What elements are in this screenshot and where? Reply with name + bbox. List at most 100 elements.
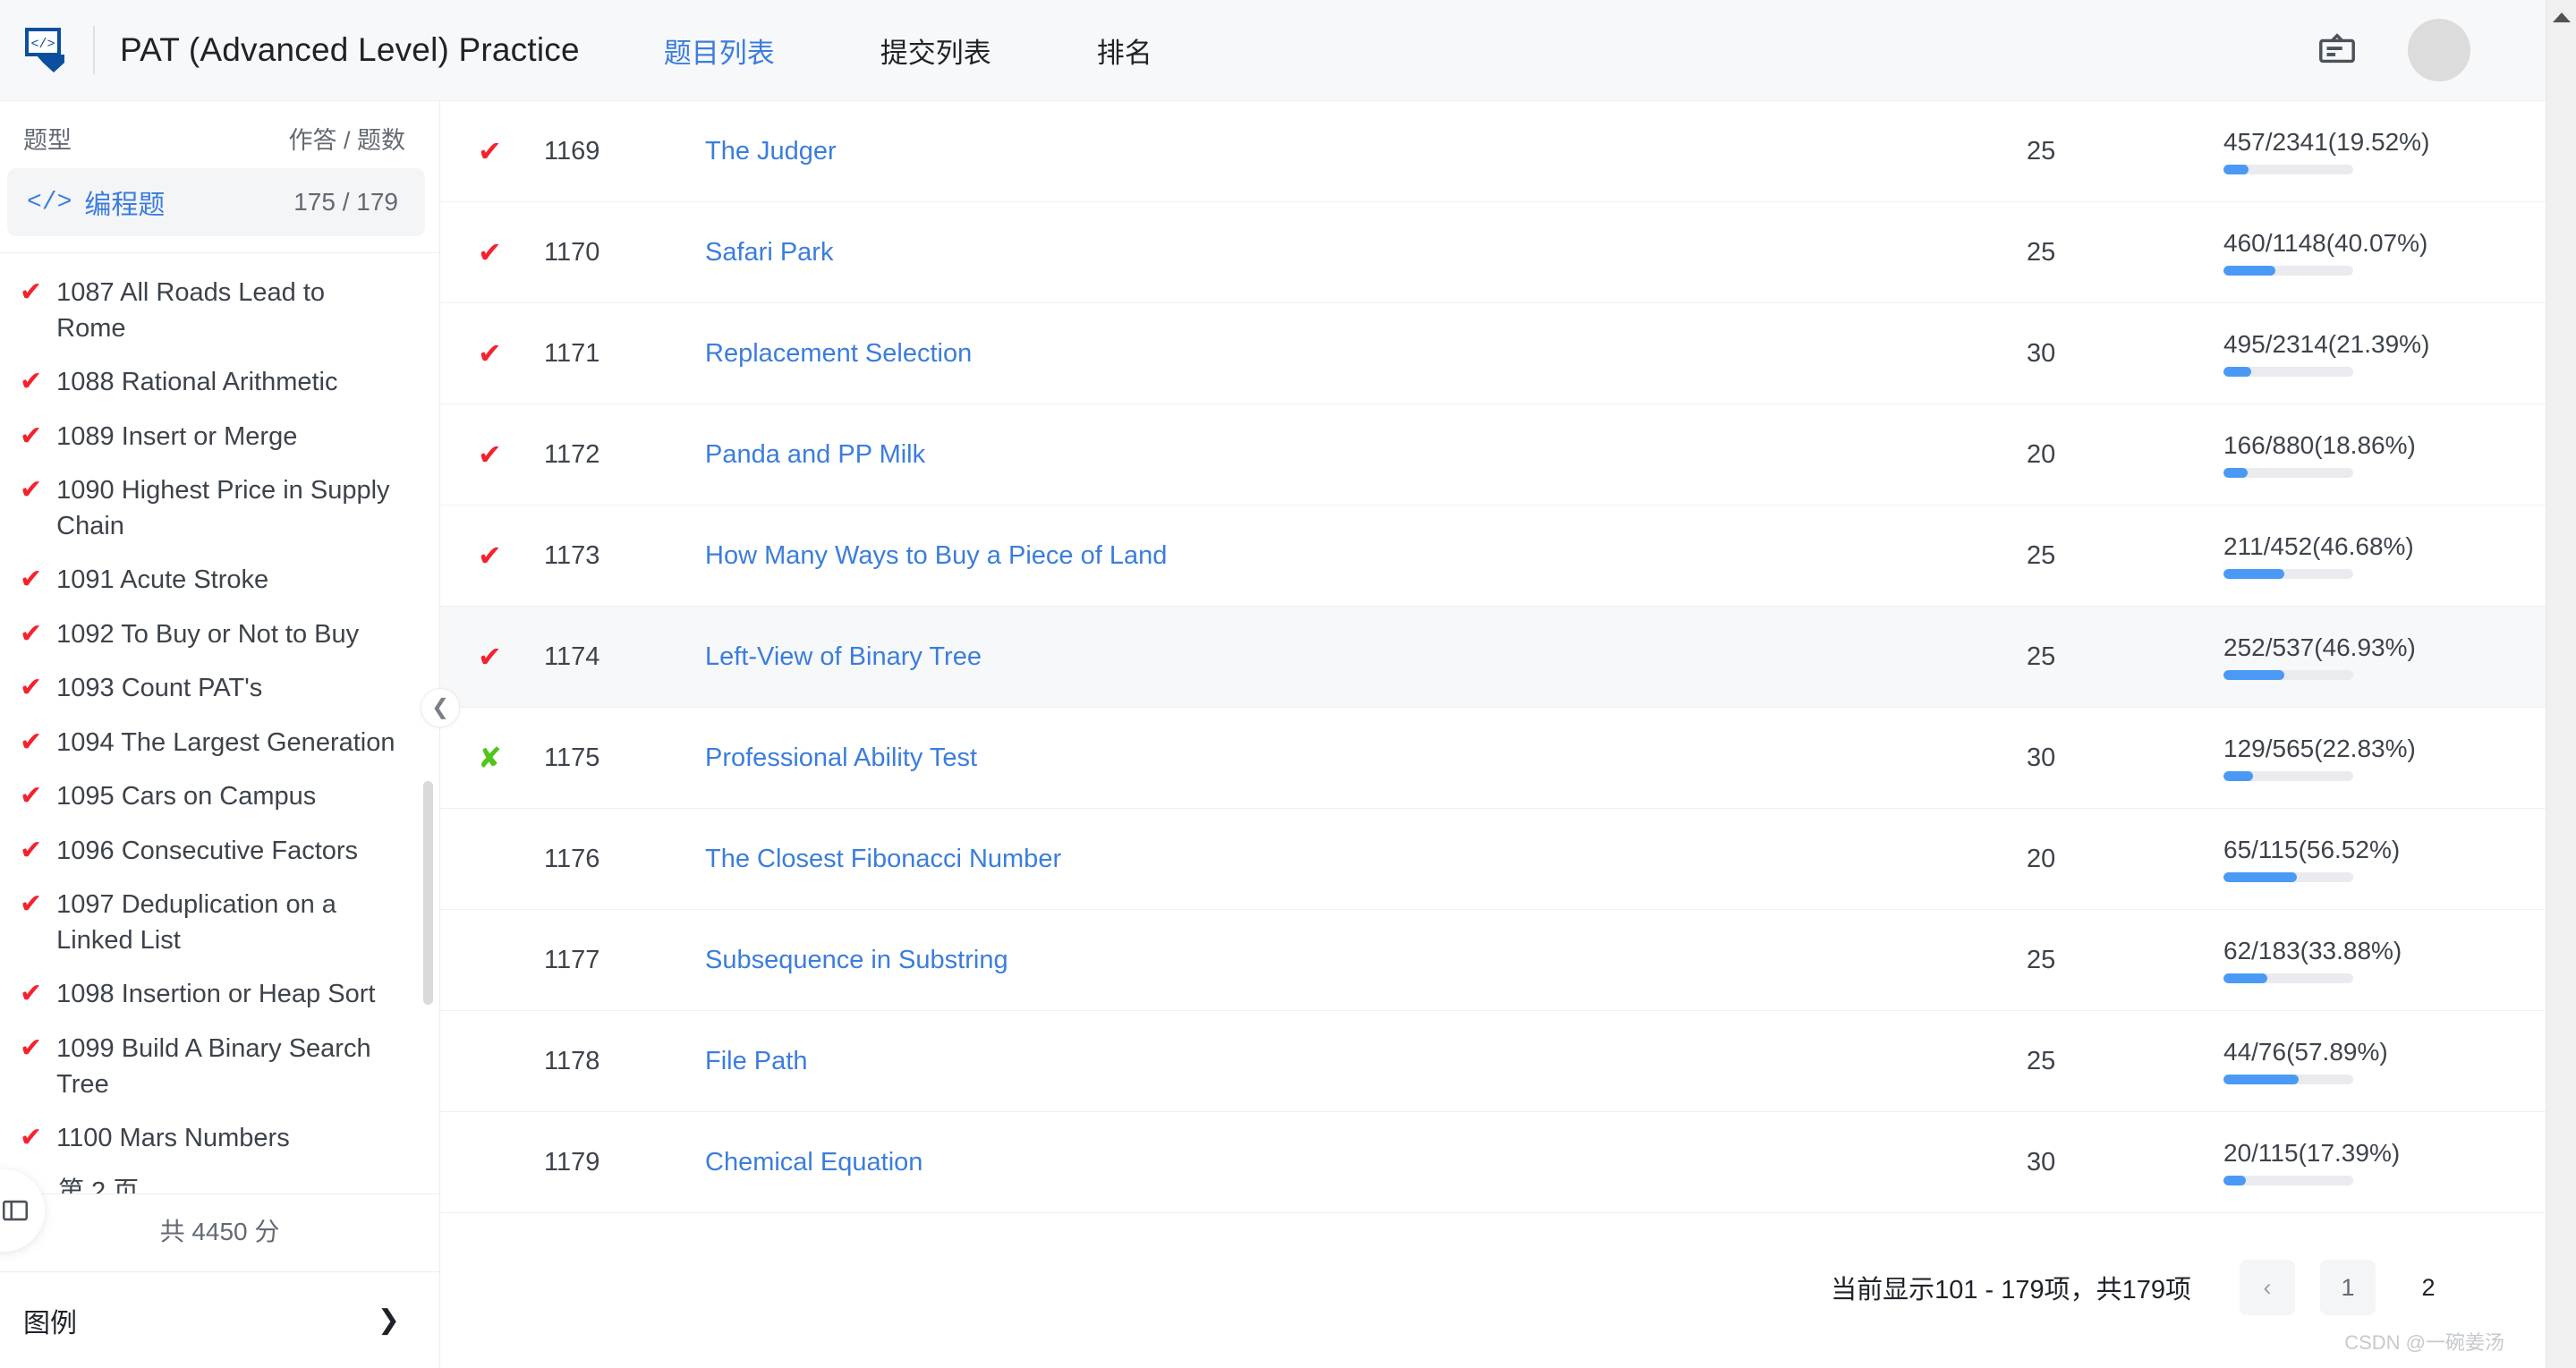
pagination-info: 当前显示101 - 179项，共179项 xyxy=(1831,1276,2191,1304)
problem-title-link[interactable]: Replacement Selection xyxy=(705,339,2027,369)
id-badge-icon[interactable] xyxy=(2317,30,2358,71)
sidebar-collapse-button[interactable]: ❮ xyxy=(421,688,460,727)
chevron-right-icon: ❯ xyxy=(377,1305,400,1335)
tab-submission-list[interactable]: 提交列表 xyxy=(855,30,1016,71)
pass-rate-text: 495/2314(21.39%) xyxy=(2223,330,2430,358)
pass-rate-cell: 460/1148(40.07%) xyxy=(2223,229,2546,276)
code-logo-icon[interactable]: </> xyxy=(23,27,70,73)
problem-title-link[interactable]: The Judger xyxy=(705,137,2027,166)
panel-icon xyxy=(2,1200,29,1221)
problem-title-link[interactable]: Professional Ability Test xyxy=(705,743,2027,773)
table-row[interactable]: 1176 The Closest Fibonacci Number 20 65/… xyxy=(440,809,2546,910)
status-badge: ✔ xyxy=(478,438,502,471)
list-item[interactable]: ✔ 1091 Acute Stroke xyxy=(0,553,439,608)
sidebar-page-group-2[interactable]: 第 2 页 xyxy=(0,1165,439,1194)
pagination-page-1[interactable]: 1 xyxy=(2320,1260,2376,1315)
pagination-page-2[interactable]: 2 xyxy=(2401,1260,2456,1315)
list-item[interactable]: ✔ 1087 All Roads Lead to Rome xyxy=(0,266,439,355)
list-item[interactable]: ✔ 1099 Build A Binary Search Tree xyxy=(0,1022,439,1111)
pass-rate-bar xyxy=(2223,569,2353,579)
tab-ranking[interactable]: 排名 xyxy=(1072,30,1177,71)
problem-table: ✔ 1169 The Judger 25 457/2341(19.52%) ✔ … xyxy=(440,101,2546,1213)
check-icon: ✔ xyxy=(20,277,43,307)
pass-rate-fill xyxy=(2223,1075,2299,1084)
watermark: CSDN @一碗姜汤 xyxy=(2344,1331,2504,1354)
problem-score: 25 xyxy=(2027,237,2056,267)
problem-id: 1175 xyxy=(544,743,600,772)
table-row[interactable]: ✔ 1169 The Judger 25 457/2341(19.52%) xyxy=(440,101,2546,202)
logo-wrap: </> xyxy=(0,27,93,73)
list-item[interactable]: ✔ 1090 Highest Price in Supply Chain xyxy=(0,463,439,553)
table-row[interactable]: ✔ 1174 Left-View of Binary Tree 25 252/5… xyxy=(440,607,2546,708)
pass-rate-text: 44/76(57.89%) xyxy=(2223,1038,2388,1066)
problem-id: 1178 xyxy=(544,1046,600,1075)
chevron-left-icon: ❮ xyxy=(430,695,450,719)
sidebar-problem-list[interactable]: ✔ 1087 All Roads Lead to Rome ✔ 1088 Rat… xyxy=(0,253,439,1194)
pass-rate-text: 20/115(17.39%) xyxy=(2223,1139,2401,1167)
problem-table-panel: ✔ 1169 The Judger 25 457/2341(19.52%) ✔ … xyxy=(440,101,2546,1368)
list-item-label: 1098 Insertion or Heap Sort xyxy=(56,980,376,1009)
check-icon: ✔ xyxy=(20,475,43,506)
status-badge: ✔ xyxy=(478,540,502,572)
pass-rate-bar xyxy=(2223,266,2353,276)
tab-problem-list[interactable]: 题目列表 xyxy=(639,30,800,71)
table-row[interactable]: ✔ 1173 How Many Ways to Buy a Piece of L… xyxy=(440,506,2546,607)
problem-id: 1176 xyxy=(544,844,600,873)
check-icon: ✔ xyxy=(20,565,43,595)
list-item[interactable]: ✔ 1094 The Largest Generation xyxy=(0,716,439,770)
page-scrollbar[interactable] xyxy=(2546,0,2576,1368)
avatar[interactable] xyxy=(2408,19,2470,81)
problem-title-link[interactable]: Panda and PP Milk xyxy=(705,440,2027,470)
list-item[interactable]: ✔ 1097 Deduplication on a Linked List xyxy=(0,878,439,967)
pass-rate-fill xyxy=(2223,973,2268,983)
divider xyxy=(93,26,95,74)
status-badge: ✔ xyxy=(478,337,502,370)
problem-title-link[interactable]: How Many Ways to Buy a Piece of Land xyxy=(705,541,2027,571)
pagination: 当前显示101 - 179项，共179项 ‹ 1 2 xyxy=(440,1213,2546,1315)
problem-id: 1174 xyxy=(544,642,600,671)
problem-title-link[interactable]: Safari Park xyxy=(705,238,2027,268)
problem-title-link[interactable]: Chemical Equation xyxy=(705,1148,2027,1177)
pass-rate-cell: 65/115(56.52%) xyxy=(2223,836,2546,882)
sidebar-item-programming[interactable]: </> 编程题 175 / 179 xyxy=(7,168,425,236)
table-row[interactable]: 1179 Chemical Equation 30 20/115(17.39%) xyxy=(440,1112,2546,1213)
legend-toggle[interactable]: 图例 ❯ xyxy=(0,1271,439,1368)
list-item[interactable]: ✔ 1100 Mars Numbers xyxy=(0,1111,439,1166)
table-row[interactable]: ✔ 1171 Replacement Selection 30 495/2314… xyxy=(440,303,2546,404)
problem-title-link[interactable]: File Path xyxy=(705,1047,2027,1076)
problem-id: 1170 xyxy=(544,237,600,267)
sidebar-header: 题型 作答 / 题数 xyxy=(0,101,439,165)
check-icon: ✔ xyxy=(20,889,43,920)
pass-rate-cell: 457/2341(19.52%) xyxy=(2223,128,2546,174)
problem-id: 1169 xyxy=(544,136,600,166)
problem-score: 30 xyxy=(2027,743,2056,772)
problem-id: 1172 xyxy=(544,439,600,469)
table-row[interactable]: ✔ 1172 Panda and PP Milk 20 166/880(18.8… xyxy=(440,404,2546,506)
list-item[interactable]: ✔ 1095 Cars on Campus xyxy=(0,769,439,824)
scroll-up-arrow-icon[interactable] xyxy=(2553,13,2571,22)
list-item[interactable]: ✔ 1096 Consecutive Factors xyxy=(0,824,439,879)
problem-title-link[interactable]: The Closest Fibonacci Number xyxy=(705,845,2027,874)
list-item[interactable]: ✔ 1089 Insert or Merge xyxy=(0,410,439,464)
list-item-label: 1094 The Largest Generation xyxy=(56,727,395,757)
sidebar-page-group-label: 第 2 页 xyxy=(58,1177,140,1194)
check-icon: ✔ xyxy=(20,979,43,1009)
list-item[interactable]: ✔ 1098 Insertion or Heap Sort xyxy=(0,967,439,1022)
list-item-label: 1100 Mars Numbers xyxy=(56,1123,290,1152)
table-row[interactable]: 1178 File Path 25 44/76(57.89%) xyxy=(440,1011,2546,1112)
problem-score: 25 xyxy=(2027,642,2056,671)
sidebar-scrollbar[interactable] xyxy=(423,781,433,1005)
table-row[interactable]: ✘ 1175 Professional Ability Test 30 129/… xyxy=(440,708,2546,809)
list-item[interactable]: ✔ 1092 To Buy or Not to Buy xyxy=(0,608,439,662)
problem-title-link[interactable]: Left-View of Binary Tree xyxy=(705,642,2027,672)
problem-title-link[interactable]: Subsequence in Substring xyxy=(705,946,2027,975)
pass-rate-bar xyxy=(2223,1176,2353,1185)
table-row[interactable]: 1177 Subsequence in Substring 25 62/183(… xyxy=(440,910,2546,1011)
pagination-prev-button[interactable]: ‹ xyxy=(2240,1260,2295,1315)
table-row[interactable]: ✔ 1170 Safari Park 25 460/1148(40.07%) xyxy=(440,202,2546,303)
sidebar-header-type: 题型 xyxy=(23,127,72,154)
list-item[interactable]: ✔ 1093 Count PAT's xyxy=(0,661,439,716)
check-icon: ✔ xyxy=(20,1032,43,1063)
list-item-label: 1092 To Buy or Not to Buy xyxy=(56,619,360,649)
list-item[interactable]: ✔ 1088 Rational Arithmetic xyxy=(0,355,439,410)
